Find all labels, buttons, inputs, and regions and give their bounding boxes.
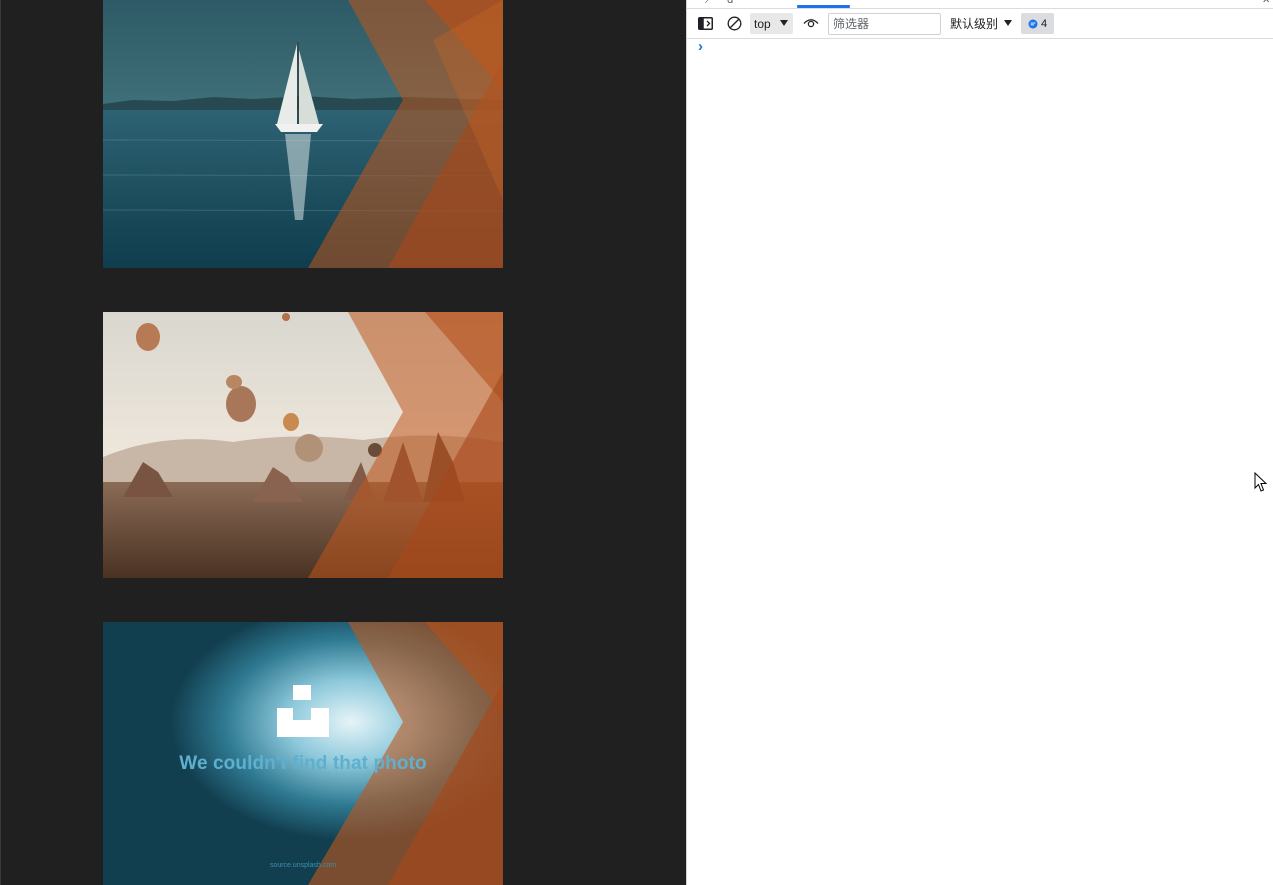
clear-console-button[interactable] bbox=[725, 13, 743, 34]
show-sidebar-button[interactable] bbox=[696, 13, 714, 34]
create-live-expression-button[interactable] bbox=[801, 13, 821, 34]
image-card-balloons bbox=[103, 312, 503, 578]
devtools-panel: ⟋ ⅾ ✕ top 筛选器 默认级别 4 › bbox=[686, 0, 1273, 885]
clear-icon bbox=[727, 16, 741, 31]
eye-icon bbox=[803, 19, 819, 28]
levels-label: 默认级别 bbox=[950, 17, 999, 31]
issues-count: 4 bbox=[1040, 17, 1048, 30]
message-icon bbox=[1028, 19, 1038, 28]
javascript-context-select[interactable]: top bbox=[750, 13, 793, 34]
chevron-down-icon bbox=[780, 20, 788, 26]
image-card-sailboat bbox=[103, 0, 503, 268]
log-levels-dropdown[interactable]: 默认级别 bbox=[950, 13, 1012, 34]
chevron-down-icon bbox=[1004, 20, 1012, 26]
context-label: top bbox=[754, 16, 771, 31]
placeholder-message: We couldn't find that photo bbox=[179, 753, 427, 774]
console-prompt[interactable]: › bbox=[698, 39, 703, 55]
sailboat-image bbox=[103, 0, 503, 268]
console-toolbar: top 默认级别 4 bbox=[687, 9, 1273, 39]
mouse-pointer-icon bbox=[1254, 472, 1268, 492]
placeholder-footer: source.unsplash.com bbox=[269, 862, 337, 869]
close-devtools-icon[interactable]: ✕ bbox=[1262, 0, 1270, 6]
tab-icon[interactable]: ⅾ bbox=[727, 0, 733, 6]
page-viewport: We couldn't find that photo source.unspl… bbox=[0, 0, 686, 885]
sidebar-icon bbox=[697, 17, 713, 30]
image-card-unsplash-placeholder: We couldn't find that photo source.unspl… bbox=[103, 622, 503, 885]
tab-icon[interactable]: ⟋ bbox=[705, 0, 712, 6]
devtools-tabstrip: ⟋ ⅾ ✕ bbox=[687, 0, 1273, 9]
issues-counter-button[interactable]: 4 bbox=[1021, 13, 1054, 34]
balloons-image bbox=[103, 312, 503, 578]
filter-input[interactable] bbox=[828, 13, 941, 35]
active-tab-indicator bbox=[797, 5, 850, 8]
